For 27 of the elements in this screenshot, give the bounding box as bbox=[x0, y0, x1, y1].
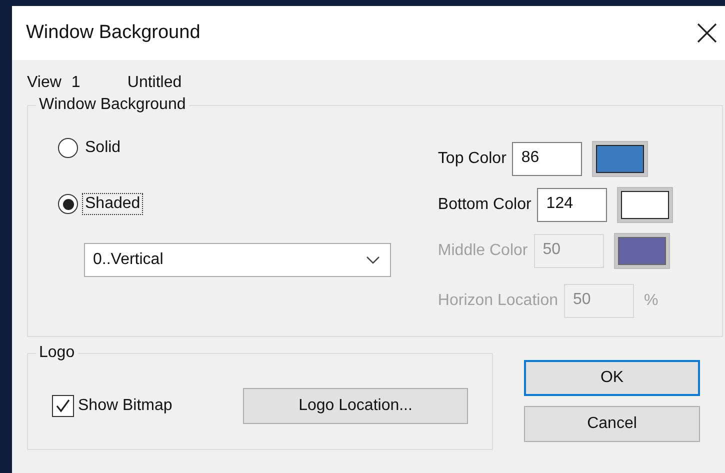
view-number: 1 bbox=[71, 74, 82, 92]
radio-label[interactable]: Shaded bbox=[82, 193, 144, 215]
logo-location-button[interactable]: Logo Location... bbox=[243, 388, 468, 424]
checkbox-label[interactable]: Show Bitmap bbox=[78, 396, 172, 414]
direction-dropdown[interactable]: 0..Vertical bbox=[84, 243, 391, 277]
setting-label: Middle Color bbox=[438, 242, 528, 260]
setting-label: Bottom Color bbox=[438, 196, 532, 214]
group-title: Logo bbox=[36, 343, 78, 363]
view-name: Untitled bbox=[127, 74, 182, 92]
color-swatch[interactable] bbox=[592, 141, 648, 177]
number-field[interactable]: 86 bbox=[512, 142, 582, 176]
radio-button[interactable] bbox=[58, 194, 78, 214]
checkbox[interactable] bbox=[52, 394, 74, 416]
close-icon[interactable] bbox=[697, 23, 717, 43]
dialog-button[interactable]: Cancel bbox=[524, 406, 700, 442]
number-field[interactable]: 124 bbox=[537, 188, 608, 222]
unit-label: % bbox=[644, 292, 660, 310]
radio-label[interactable]: Solid bbox=[82, 137, 124, 159]
setting-label: Horizon Location bbox=[438, 292, 558, 310]
chevron-down-icon bbox=[366, 256, 380, 264]
window-title: Window Background bbox=[26, 22, 200, 44]
dialog-button[interactable]: OK bbox=[524, 360, 700, 396]
radio-button[interactable] bbox=[58, 138, 78, 158]
setting-label: Top Color bbox=[438, 150, 506, 168]
color-swatch[interactable] bbox=[617, 187, 674, 223]
view-label: View bbox=[27, 74, 62, 92]
group-title: Window Background bbox=[36, 95, 189, 115]
